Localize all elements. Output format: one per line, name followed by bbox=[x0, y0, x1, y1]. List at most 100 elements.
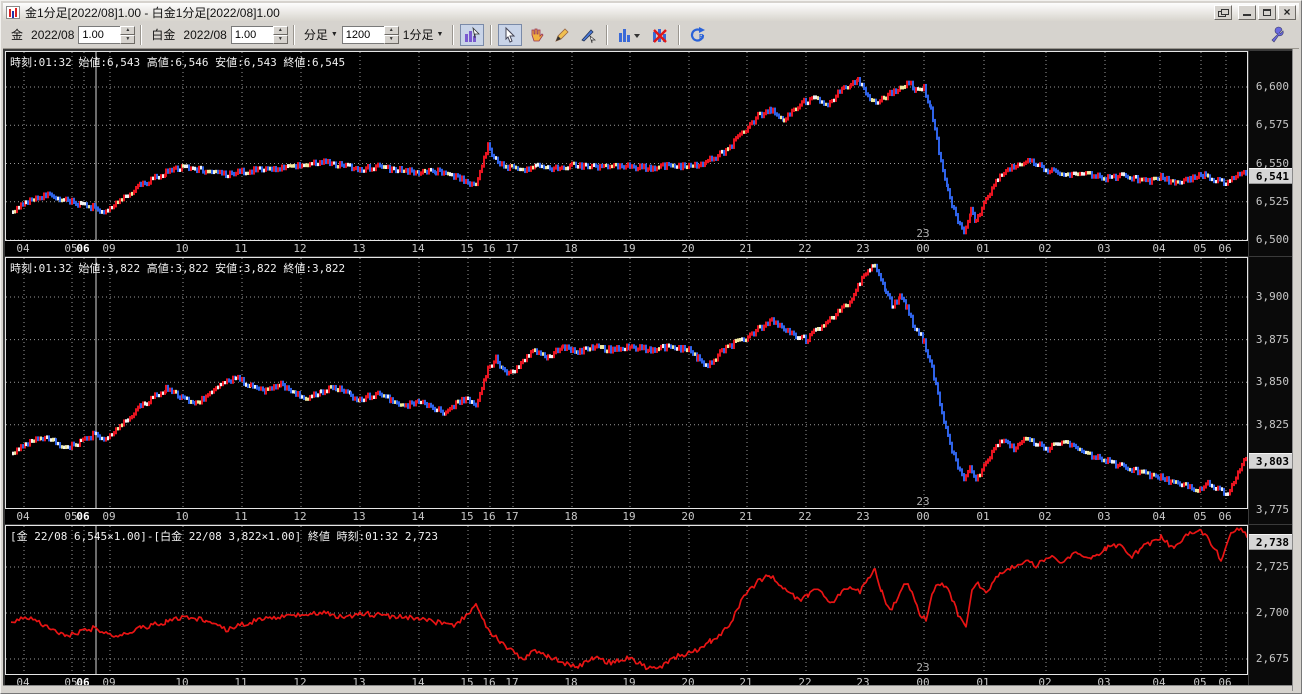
x-tick-label: 11 bbox=[234, 242, 248, 255]
wrench-icon bbox=[1271, 26, 1284, 43]
x-tick-label: 04 bbox=[16, 510, 30, 523]
delete-cross-icon bbox=[653, 28, 668, 43]
bar-count-stepper[interactable]: ▲ ▼ bbox=[383, 25, 399, 44]
y-axis-spread-gold-minus-platinum: 2,725 2,700 2,675 2,738 bbox=[1249, 525, 1292, 690]
app-window: 金1分足[2022/08]1.00 - 白金1分足[2022/08]1.00 ×… bbox=[0, 0, 1302, 694]
x-tick-label: 06 bbox=[1218, 510, 1232, 523]
chevron-down-icon: ▼ bbox=[330, 31, 338, 38]
gold-multiplier-input[interactable] bbox=[78, 25, 121, 44]
close-button[interactable]: × bbox=[1278, 4, 1296, 20]
last-price-badge-gold-1min: 6,541 bbox=[1249, 168, 1292, 185]
maximize-button[interactable] bbox=[1258, 4, 1276, 20]
pointer-tool-button[interactable] bbox=[498, 23, 523, 46]
x-tick-label: 06 bbox=[76, 242, 90, 255]
x-tick-label: 01 bbox=[976, 510, 990, 523]
pointer-icon bbox=[505, 26, 516, 43]
y-tick-label: 6,575 bbox=[1255, 118, 1289, 132]
toolbar-separator bbox=[452, 24, 455, 45]
x-tick-label: 02 bbox=[1038, 242, 1052, 255]
hand-icon bbox=[531, 28, 544, 41]
chart-area: 23 時刻:01:32 始値:6,543 高値:6,546 安値:6,543 終値… bbox=[3, 49, 1299, 691]
x-tick-label: 01 bbox=[976, 242, 990, 255]
x-tick-label: 15 bbox=[460, 510, 474, 523]
y-tick-label: 3,875 bbox=[1255, 332, 1289, 346]
x-tick-label: 06 bbox=[76, 510, 90, 523]
y-tick-label: 6,525 bbox=[1255, 194, 1289, 208]
y-tick-label: 2,725 bbox=[1255, 560, 1289, 573]
settings-wrench-button[interactable] bbox=[1265, 24, 1289, 46]
x-tick-label: 20 bbox=[681, 510, 695, 523]
x-tick-label: 18 bbox=[564, 242, 578, 255]
platinum-month: 2022/08 bbox=[183, 27, 227, 42]
x-tick-label: 10 bbox=[175, 510, 189, 523]
info-readout-spread-gold-minus-platinum: [金 22/08 6,545×1.00]-[白金 22/08 3,822×1.0… bbox=[10, 530, 438, 543]
window-title: 金1分足[2022/08]1.00 - 白金1分足[2022/08]1.00 bbox=[25, 5, 280, 20]
gold-month: 2022/08 bbox=[31, 27, 75, 42]
chart-type-dropdown[interactable]: 分足 ▼ bbox=[300, 24, 342, 45]
hand-tool-button[interactable] bbox=[524, 24, 548, 46]
x-axis-platinum-1min: 04 05 06 09 10 11 12 13 14 15 16 17 18 19 20 21 22 23 00 01… bbox=[5, 509, 1248, 524]
x-tick-label: 23 bbox=[856, 242, 870, 255]
platinum-multiplier-stepper[interactable]: ▲ ▼ bbox=[272, 25, 288, 44]
minimize-button[interactable] bbox=[1238, 4, 1256, 20]
x-tick-label: 17 bbox=[505, 242, 519, 255]
delete-indicator-button[interactable] bbox=[648, 24, 672, 46]
x-tick-label: 12 bbox=[293, 510, 307, 523]
toolbar-separator bbox=[140, 24, 143, 45]
x-tick-label: 14 bbox=[411, 242, 425, 255]
x-tick-label: 18 bbox=[564, 510, 578, 523]
pencil-tool-button[interactable] bbox=[550, 24, 574, 46]
refresh-button[interactable]: B bbox=[686, 24, 710, 46]
x-tick-label: 05 bbox=[1193, 510, 1207, 523]
x-tick-label: 04 bbox=[16, 242, 30, 255]
drawing-tool-button[interactable] bbox=[576, 24, 600, 46]
x-tick-label: 02 bbox=[1038, 510, 1052, 523]
last-price-badge-platinum-1min: 3,803 bbox=[1249, 453, 1292, 470]
plot-platinum-1min[interactable]: 23 時刻:01:32 始値:3,822 高値:3,822 安値:3,822 終値… bbox=[5, 257, 1248, 509]
x-tick-label: 11 bbox=[234, 510, 248, 523]
x-axis-gold-1min: 04 05 06 09 10 11 12 13 14 15 16 17 18 19 20 21 22 23 00 01… bbox=[5, 241, 1248, 256]
toolbar-separator bbox=[678, 24, 681, 45]
toolbar-separator bbox=[292, 24, 295, 45]
gold-multiplier-stepper[interactable]: ▲ ▼ bbox=[120, 25, 136, 44]
y-tick-label: 2,700 bbox=[1255, 606, 1289, 619]
cascade-window-button[interactable] bbox=[1214, 4, 1232, 20]
y-axis-gold-1min: 6,600 6,575 6,550 6,525 6,500 6,541 bbox=[1249, 51, 1292, 256]
x-tick-label: 21 bbox=[739, 242, 753, 255]
pencil-icon bbox=[555, 27, 569, 42]
platinum-label: 白金 bbox=[151, 28, 176, 42]
gold-label: 金 bbox=[11, 28, 24, 42]
x-tick-label: 06 bbox=[1218, 242, 1232, 255]
plot-spread-gold-minus-platinum[interactable]: 23 [金 22/08 6,545×1.00]-[白金 22/08 3,822×1… bbox=[5, 525, 1248, 675]
app-icon bbox=[6, 5, 20, 19]
y-tick-label: 3,825 bbox=[1255, 417, 1289, 431]
toolbar-separator bbox=[606, 24, 609, 45]
y-tick-label: 3,775 bbox=[1255, 503, 1289, 516]
svg-text:23: 23 bbox=[916, 661, 929, 674]
x-tick-label: 19 bbox=[622, 242, 636, 255]
plot-gold-1min[interactable]: 23 時刻:01:32 始値:6,543 高値:6,546 安値:6,543 終値… bbox=[5, 51, 1248, 241]
x-tick-label: 12 bbox=[293, 242, 307, 255]
svg-text:B: B bbox=[699, 34, 704, 41]
x-tick-label: 10 bbox=[175, 242, 189, 255]
refresh-icon: B bbox=[691, 26, 706, 42]
x-tick-label: 13 bbox=[352, 242, 366, 255]
x-tick-label: 16 bbox=[482, 242, 496, 255]
x-tick-label: 09 bbox=[102, 510, 116, 523]
x-tick-label: 19 bbox=[622, 510, 636, 523]
y-axis-platinum-1min: 3,900 3,875 3,850 3,825 3,775 3,803 bbox=[1249, 257, 1292, 524]
toolbar: 金 2022/08 ▲▼ 白金 2022/08 ▲▼ 分足▼ ▲▼ 1分足▼ bbox=[3, 21, 1299, 49]
interval-dropdown[interactable]: 1分足 ▼ bbox=[399, 24, 448, 45]
chevron-down-icon: ▼ bbox=[436, 31, 444, 38]
x-tick-label: 04 bbox=[1152, 242, 1166, 255]
x-tick-label: 15 bbox=[460, 242, 474, 255]
platinum-multiplier-input[interactable] bbox=[230, 25, 273, 44]
chart-select-mode-button[interactable] bbox=[460, 23, 485, 46]
bar-count-input[interactable] bbox=[341, 25, 384, 44]
x-tick-label: 13 bbox=[352, 510, 366, 523]
chart-style-dropdown-button[interactable] bbox=[614, 24, 646, 46]
x-tick-label: 00 bbox=[916, 242, 930, 255]
x-tick-label: 14 bbox=[411, 510, 425, 523]
y-tick-label: 2,675 bbox=[1255, 652, 1289, 665]
last-price-badge-spread-gold-minus-platinum: 2,738 bbox=[1249, 534, 1292, 551]
